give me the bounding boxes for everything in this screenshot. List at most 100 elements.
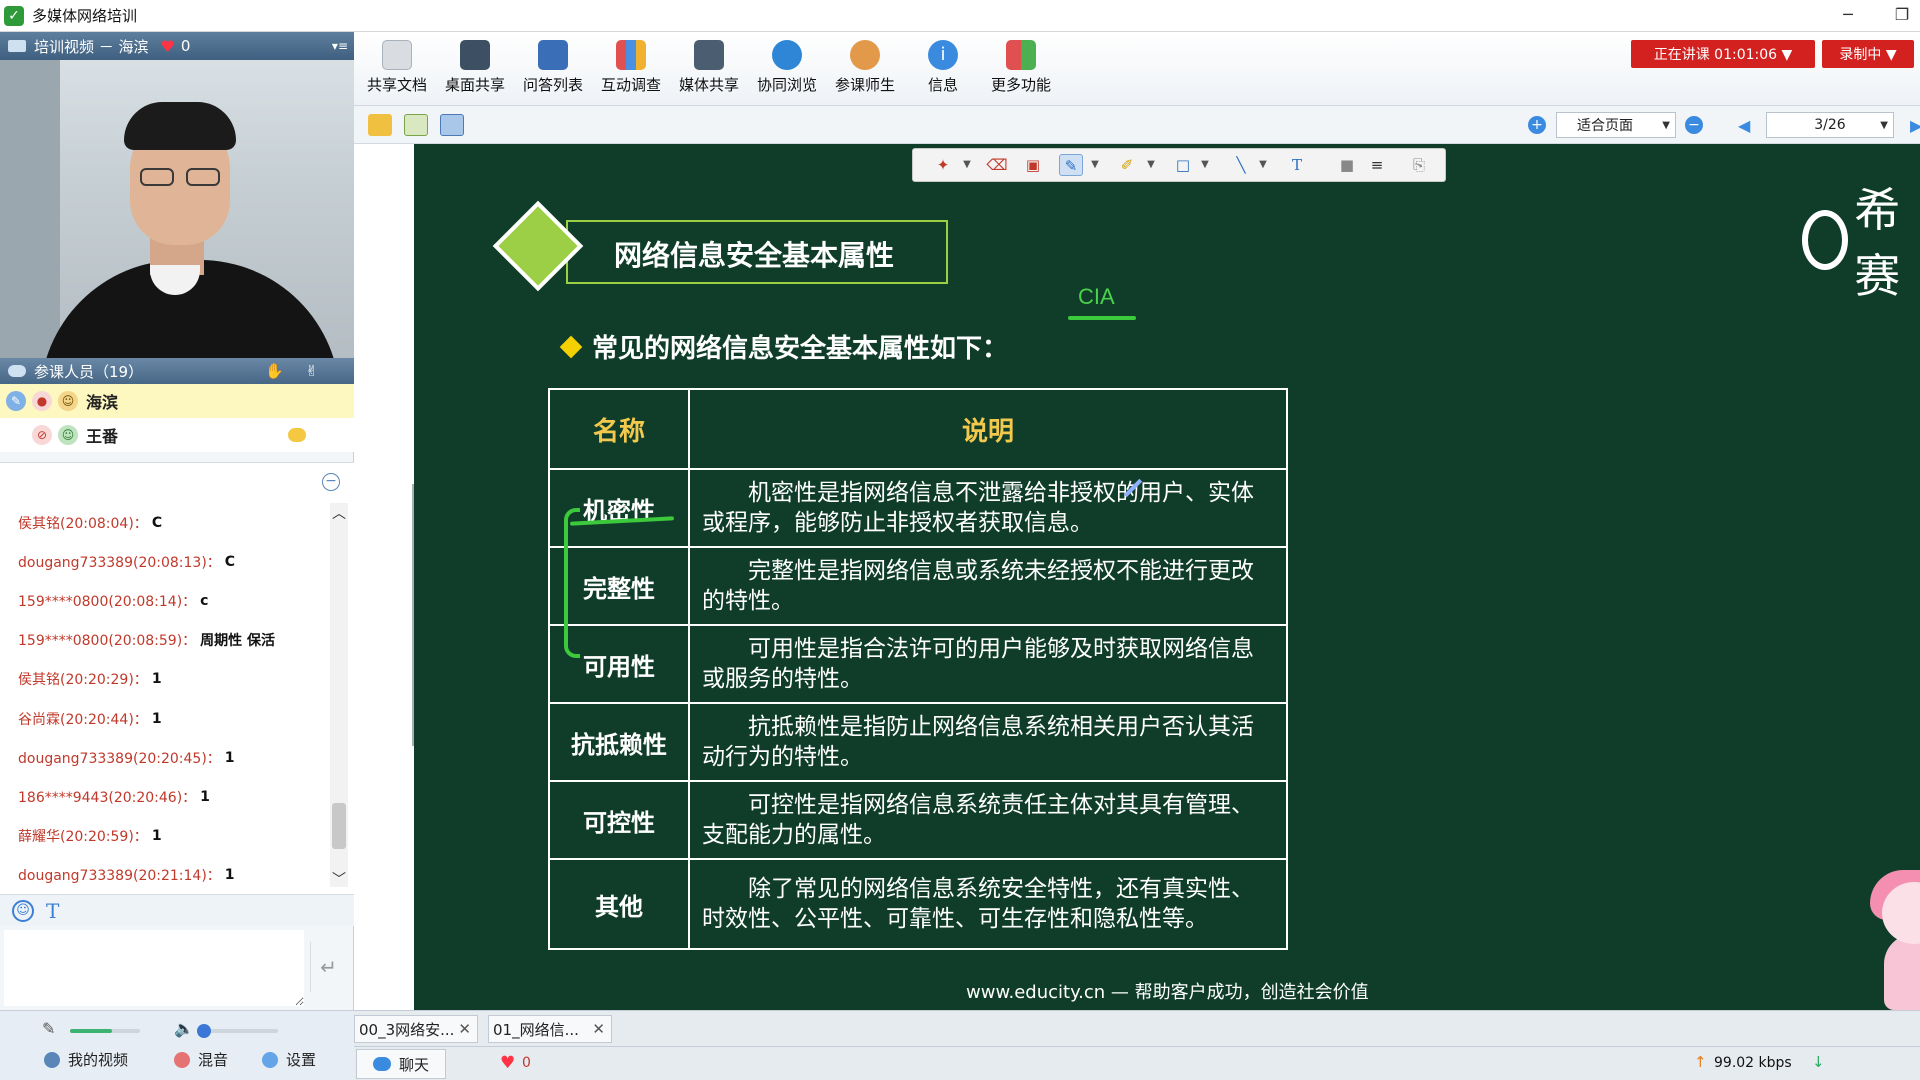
annotation-underline xyxy=(1068,316,1136,320)
screenshot-icon[interactable]: ⎘ xyxy=(1407,154,1431,176)
chevron-down-icon[interactable]: ▼ xyxy=(955,154,979,176)
pen-icon[interactable]: ✎ xyxy=(1059,154,1083,176)
audio-video-controls: ✎ 🔈 我的视频 混音 设置 xyxy=(0,1010,354,1080)
document-tab[interactable]: 01_网络信... ✕ xyxy=(488,1015,612,1043)
bullet-diamond-icon xyxy=(559,335,583,359)
column-header-description: 说明 xyxy=(688,388,1288,470)
attribute-name: 可控性 xyxy=(548,780,690,860)
chevron-down-icon[interactable]: ▼ xyxy=(1251,154,1275,176)
participant-row[interactable]: ✎ ● ☺ 海滨 xyxy=(0,384,354,418)
maximize-button[interactable]: ❐ xyxy=(1890,4,1914,26)
camera-off-icon[interactable]: ⊘ xyxy=(32,425,52,445)
message-bubble-icon[interactable] xyxy=(288,428,306,442)
close-icon[interactable]: ✕ xyxy=(458,1020,471,1038)
video-person-hair xyxy=(124,102,236,150)
scroll-thumb[interactable] xyxy=(332,803,346,849)
line-icon[interactable]: ╲ xyxy=(1229,154,1253,176)
speaker-volume-slider[interactable] xyxy=(196,1024,278,1038)
chevron-down-icon[interactable]: ▼ xyxy=(1193,154,1217,176)
send-icon[interactable]: ↵ xyxy=(310,942,346,992)
zoom-in-icon[interactable]: + xyxy=(1528,116,1546,134)
next-page-icon[interactable]: ▶ xyxy=(1910,116,1920,135)
collapse-icon[interactable]: − xyxy=(322,473,340,491)
lower-hand-icon[interactable]: ✌ xyxy=(305,362,318,380)
folder-icon[interactable] xyxy=(368,114,392,136)
share-document-button[interactable]: 共享文档 xyxy=(358,40,436,100)
scroll-up-icon[interactable]: ︿ xyxy=(330,503,348,522)
raise-hand-icon[interactable]: ✋ xyxy=(265,362,284,380)
upload-rate: 99.02 kbps xyxy=(1714,1055,1792,1071)
chat-message: 谷尚霖(20:20:44)： 1 xyxy=(0,699,330,738)
recording-status-button[interactable]: 录制中 ▼ xyxy=(1822,40,1914,68)
chat-input[interactable] xyxy=(4,930,304,1006)
chat-tab[interactable]: 聊天 xyxy=(356,1049,446,1079)
highlighter-icon[interactable]: ✐ xyxy=(1115,154,1139,176)
camera-status-icon[interactable]: ● xyxy=(32,391,52,411)
zoom-out-icon[interactable]: − xyxy=(1685,116,1703,134)
chat-sender: 186****9443(20:20:46)： xyxy=(18,789,197,806)
mascot-image xyxy=(1856,864,1920,1010)
mix-button[interactable]: 混音 xyxy=(174,1049,228,1070)
mixer-icon xyxy=(174,1051,190,1068)
document-toolbar: + 适合页面 ▼ − ◀ 3/26 ▼ ▶ xyxy=(354,106,1920,144)
info-button[interactable]: i 信息 xyxy=(904,40,982,100)
document-tab[interactable]: 00_3网络安... ✕ xyxy=(354,1015,478,1043)
more-features-button[interactable]: 更多功能 xyxy=(982,40,1060,100)
chat-message: 薛耀华(20:20:59)： 1 xyxy=(0,817,330,856)
table-row: 机密性 机密性是指网络信息不泄露给非授权的用户、实体或程序，能够防止非授权者获取… xyxy=(548,468,1288,548)
live-status-button[interactable]: 正在讲课 01:01:06 ▼ xyxy=(1631,40,1815,68)
chat-message: 159****0800(20:08:59)： 周期性 保活 xyxy=(0,621,330,660)
speaker-volume-knob[interactable] xyxy=(196,1024,211,1038)
microphone-volume-icon[interactable]: ✎ xyxy=(42,1019,55,1038)
speaker-muted-icon[interactable]: 🔈 xyxy=(174,1019,194,1038)
participant-row[interactable]: ⊘ ☺ 王番 xyxy=(0,418,354,452)
font-icon[interactable]: T xyxy=(46,899,59,923)
emoji-icon[interactable]: ☺ xyxy=(12,899,34,922)
brand-mark-icon xyxy=(1802,210,1849,270)
gear-icon xyxy=(262,1051,278,1068)
fit-page-select[interactable]: 适合页面 ▼ xyxy=(1556,112,1676,138)
pointer-icon[interactable]: ✦ xyxy=(931,154,955,176)
add-document-icon[interactable] xyxy=(404,114,428,136)
chat-message: dougang733389(20:21:14)： 1 xyxy=(0,856,330,895)
clear-page-icon[interactable]: ▣ xyxy=(1021,154,1045,176)
previous-page-icon[interactable]: ◀ xyxy=(1738,116,1750,135)
title-bar: ✓ 多媒体网络培训 ─ ❐ xyxy=(0,0,1920,32)
media-share-button[interactable]: 媒体共享 xyxy=(670,40,748,100)
chat-panel: − 侯其铭(20:08:04)： Cdougang733389(20:08:13)… xyxy=(0,462,354,894)
participant-name: 海滨 xyxy=(86,393,119,412)
attribute-description: 除了常见的网络信息系统安全特性，还有真实性、时效性、公平性、可靠性、可生存性和隐… xyxy=(688,858,1288,950)
slide-subtitle: 常见的网络信息安全基本属性如下： xyxy=(592,334,1009,364)
microphone-icon[interactable]: ✎ xyxy=(6,391,26,411)
users-icon xyxy=(850,40,880,70)
heart-icon[interactable]: ♥ xyxy=(161,37,175,56)
close-icon[interactable]: ✕ xyxy=(592,1020,605,1038)
text-tool-icon[interactable]: T xyxy=(1285,154,1309,176)
chat-scrollbar[interactable]: ︿ ﹀ xyxy=(330,503,348,888)
my-video-button[interactable]: 我的视频 xyxy=(44,1049,128,1070)
heart-icon[interactable]: ♥ xyxy=(500,1053,515,1073)
desktop-share-button[interactable]: 桌面共享 xyxy=(436,40,514,100)
app-window: ✓ 多媒体网络培训 ─ ❐ 培训视频 － 海滨 ♥ 0 ▾≡ 参课人员（19） … xyxy=(0,0,1920,1080)
chevron-down-icon[interactable]: ▼ xyxy=(1139,154,1163,176)
chat-sender: 侯其铭(20:20:29)： xyxy=(18,672,148,689)
attendees-button[interactable]: 参课师生 xyxy=(826,40,904,100)
line-width-icon[interactable]: ≡ xyxy=(1365,154,1389,176)
fill-color-icon[interactable]: ■ xyxy=(1335,154,1359,176)
settings-button[interactable]: 设置 xyxy=(262,1049,316,1070)
minimize-button[interactable]: ─ xyxy=(1836,4,1860,26)
chevron-down-icon[interactable]: ▼ xyxy=(1083,154,1107,176)
qa-list-button[interactable]: 问答列表 xyxy=(514,40,592,100)
video-person-glasses-left xyxy=(140,168,174,186)
page-select[interactable]: 3/26 ▼ xyxy=(1766,112,1894,138)
survey-button[interactable]: 互动调查 xyxy=(592,40,670,100)
eraser-icon[interactable]: ⌫ xyxy=(985,154,1009,176)
whiteboard-icon[interactable] xyxy=(440,114,464,136)
video-background-door xyxy=(0,60,60,358)
attribute-description: 可控性是指网络信息系统责任主体对其具有管理、支配能力的属性。 xyxy=(688,780,1288,860)
co-browse-button[interactable]: 协同浏览 xyxy=(748,40,826,100)
video-panel-menu-icon[interactable]: ▾≡ xyxy=(332,39,348,53)
microphone-volume-slider[interactable] xyxy=(70,1029,140,1033)
scroll-down-icon[interactable]: ﹀ xyxy=(330,869,348,888)
rectangle-icon[interactable]: □ xyxy=(1171,154,1195,176)
